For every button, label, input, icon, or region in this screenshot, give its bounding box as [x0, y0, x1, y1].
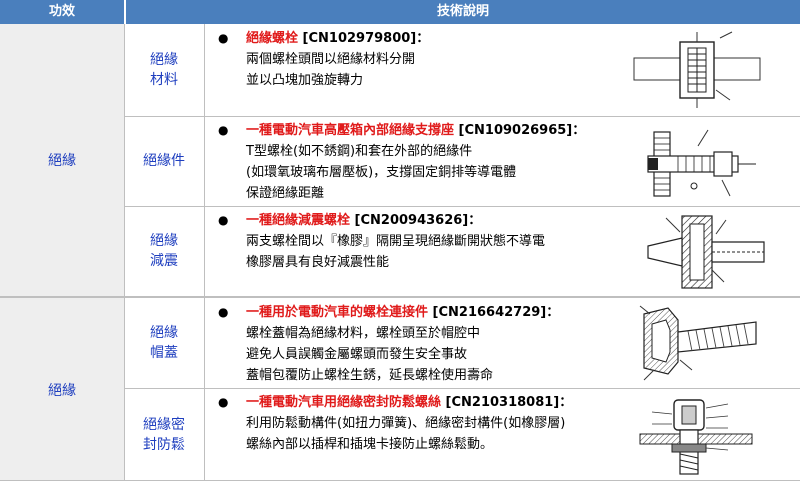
patent-number: [CN200943626]：	[350, 213, 482, 228]
figure-damping-bolt	[647, 215, 765, 289]
patent-name: 一種用於電動汽車的螺栓連接件	[246, 305, 429, 320]
desc-line: 螺栓蓋帽為絕緣材料，螺栓頭至於帽腔中	[246, 326, 481, 341]
patent-number: [CN216642729]：	[428, 305, 560, 320]
figure-t-bolt-support	[647, 129, 756, 197]
bullet: ●	[218, 395, 229, 409]
patent-name: 絕緣螺栓	[246, 31, 299, 46]
desc-line: 利用防鬆動構件(如扭力彈簧)、絕緣密封構件(如橡膠層)	[246, 416, 566, 431]
grid-hline-2	[124, 206, 800, 207]
desc-row-2: ● 一種電動汽車高壓箱內部絕緣支撐座 [CN109026965]： T型螺栓(如…	[218, 120, 638, 206]
bullet: ●	[218, 305, 229, 319]
desc-line: 兩支螺栓間以『橡膠』隔開呈現絕緣斷開狀態不導電	[246, 234, 546, 249]
desc-line: 蓋帽包覆防止螺栓生銹，延長螺栓使用壽命	[246, 368, 494, 383]
desc-title: 一種電動汽車高壓箱內部絕緣支撐座 [CN109026965]：	[246, 120, 585, 141]
figure-seal-anti-loose-screw	[639, 399, 753, 475]
group-insulation-1: 絕緣	[0, 24, 124, 296]
figure-cap-bolt-connector	[639, 305, 757, 381]
table-header: 功效 技術說明	[0, 0, 800, 24]
desc-row-5: ● 一種電動汽車用絕緣密封防鬆螺絲 [CN210318081]： 利用防鬆動構件…	[218, 392, 638, 478]
patent-name: 一種絕緣減震螺栓	[246, 213, 351, 228]
sub-insulation-material: 絕緣 材料	[150, 52, 178, 88]
desc-title: 絕緣螺栓 [CN102979800]：	[246, 28, 429, 49]
desc-row-3: ● 一種絕緣減震螺栓 [CN200943626]： 兩支螺栓間以『橡膠』隔開呈現…	[218, 210, 638, 296]
patent-name: 一種電動汽車高壓箱內部絕緣支撐座	[246, 123, 455, 138]
desc-line: (如環氧玻璃布層壓板)，支撐固定銅排等導電體	[246, 165, 517, 180]
group-insulation-2: 絕緣	[0, 298, 124, 481]
desc-line: 並以凸塊加強旋轉力	[246, 73, 364, 88]
figure-insulated-bolt	[633, 31, 761, 108]
sub-insulation-seal-lock: 絕緣密 封防鬆	[143, 416, 185, 453]
desc-row-4: ● 一種用於電動汽車的螺栓連接件 [CN216642729]： 螺栓蓋帽為絕緣材…	[218, 302, 638, 388]
grid-hline-1	[124, 116, 800, 117]
tech-table: 功效 技術說明 絕緣 絕緣 絕緣 材料 絕緣件 絕緣 減震 絕緣 帽蓋 絕緣密 …	[0, 0, 800, 481]
desc-title: 一種絕緣減震螺栓 [CN200943626]：	[246, 210, 481, 231]
header-function: 功效	[48, 4, 75, 19]
desc-title: 一種用於電動汽車的螺栓連接件 [CN216642729]：	[246, 302, 559, 323]
desc-line: 保證絕緣距離	[246, 186, 325, 201]
grid-vline-2	[204, 24, 205, 481]
desc-line: T型螺栓(如不銹鋼)和套在外部的絕緣件	[246, 144, 473, 159]
header-tech-desc: 技術說明	[436, 4, 489, 19]
desc-line: 螺絲內部以插桿和插塊卡接防止螺絲鬆動。	[246, 437, 494, 452]
desc-line: 橡膠層具有良好減震性能	[246, 255, 390, 270]
grid-vline-1	[124, 24, 125, 481]
bullet: ●	[218, 31, 229, 45]
patent-number: [CN102979800]：	[298, 31, 430, 46]
grid-hline-group	[0, 296, 800, 298]
sub-insulation-damping: 絕緣 減震	[150, 233, 178, 269]
desc-line: 兩個螺栓頭間以絕緣材料分開	[246, 52, 416, 67]
patent-name: 一種電動汽車用絕緣密封防鬆螺絲	[246, 395, 442, 410]
patent-number: [CN109026965]：	[454, 123, 586, 138]
grid-hline-3	[124, 388, 800, 389]
desc-line: 避免人員誤觸金屬螺頭而發生安全事故	[246, 347, 468, 362]
desc-title: 一種電動汽車用絕緣密封防鬆螺絲 [CN210318081]：	[246, 392, 572, 413]
desc-row-1: ● 絕緣螺栓 [CN102979800]： 兩個螺栓頭間以絕緣材料分開 並以凸塊…	[218, 28, 628, 114]
patent-number: [CN210318081]：	[441, 395, 573, 410]
sub-insulation-part: 絕緣件	[143, 153, 185, 169]
bullet: ●	[218, 213, 229, 227]
bullet: ●	[218, 123, 229, 137]
sub-insulation-cap: 絕緣 帽蓋	[150, 325, 178, 361]
